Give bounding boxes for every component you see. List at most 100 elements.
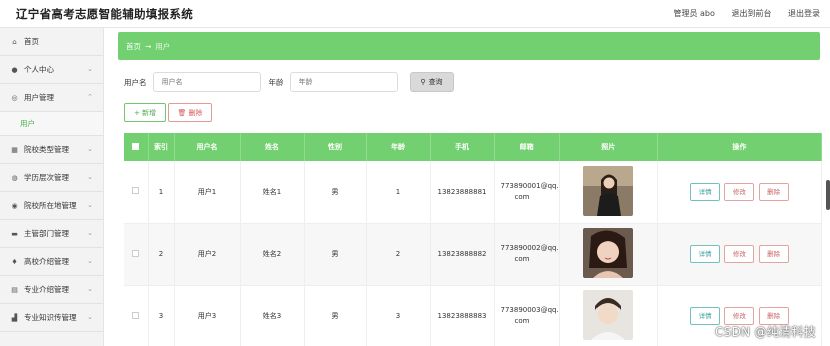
chevron-down-icon: ⌄ <box>87 145 93 153</box>
user-icon: ● <box>11 65 18 74</box>
cell-age: 2 <box>366 223 431 286</box>
sidebar-item-label: 高校介绍管理 <box>24 257 69 266</box>
header-photo: 照片 <box>559 133 658 161</box>
sidebar-item-label: 用户管理 <box>24 93 54 102</box>
cell-age: 1 <box>366 161 431 224</box>
sidebar-item-label: 院校所在地管理 <box>24 201 77 210</box>
chevron-down-icon: ⌄ <box>87 229 93 237</box>
cell-operations: 详情 修改 删除 <box>657 223 823 286</box>
cell-name: 姓名2 <box>240 223 305 286</box>
pin-icon: ♦ <box>11 257 18 266</box>
main-content: 首页 → 用户 用户名 年龄 ⚲ 查询 + 新增 🗑 删除 <box>110 28 830 346</box>
email-line-1: 773890001@qq. <box>500 181 559 190</box>
delete-button[interactable]: 删除 <box>758 182 789 201</box>
cell-phone: 13823888881 <box>430 161 495 224</box>
select-all-checkbox[interactable] <box>132 142 140 150</box>
breadcrumb: 首页 → 用户 <box>118 32 820 60</box>
delete-button[interactable]: 删除 <box>758 245 789 263</box>
cell-username: 用户2 <box>174 223 241 286</box>
row-checkbox[interactable] <box>132 187 140 195</box>
search-button[interactable]: ⚲ 查询 <box>409 72 454 92</box>
sidebar-item-school-location[interactable]: ◉ 院校所在地管理 ⌄ <box>0 192 103 220</box>
add-button[interactable]: + 新增 <box>124 103 166 122</box>
sidebar-item-degree-level[interactable]: ◍ 学历层次管理 ⌄ <box>0 164 103 192</box>
location-icon: ◉ <box>11 201 18 210</box>
table-header-row: 索引 用户名 姓名 性别 年龄 手机 邮箱 照片 操作 <box>124 133 823 161</box>
back-to-front-link[interactable]: 退出到前台 <box>731 9 771 18</box>
cell-index: 3 <box>148 285 175 346</box>
row-checkbox[interactable] <box>132 249 140 257</box>
edit-button[interactable]: 修改 <box>724 245 755 263</box>
sidebar-item-label: 专业介绍管理 <box>24 285 69 294</box>
username-label: 用户名 <box>124 77 147 87</box>
cell-operations: 详情 修改 删除 <box>657 161 823 224</box>
age-search-input[interactable] <box>289 72 398 92</box>
row-select-cell[interactable] <box>124 223 149 286</box>
app-root: 辽宁省高考志愿智能辅助填报系统 管理员 abo 退出到前台 退出登录 ⌂ 首页 … <box>0 0 830 346</box>
chevron-down-icon: ⌄ <box>87 257 93 265</box>
detail-button[interactable]: 详情 <box>690 182 721 201</box>
sidebar-item-college-intro[interactable]: ♦ 高校介绍管理 ⌄ <box>0 248 103 276</box>
batch-delete-button[interactable]: 🗑 删除 <box>168 103 212 122</box>
email-line-2: com <box>514 317 530 325</box>
cell-phone: 13823888882 <box>430 223 495 286</box>
sidebar-item-major-intro[interactable]: ▤ 专业介绍管理 ⌄ <box>0 276 103 304</box>
chart-icon: ▟ <box>11 313 18 322</box>
detail-button[interactable]: 详情 <box>690 245 721 263</box>
batch-delete-label: 删除 <box>188 108 203 117</box>
cell-name: 姓名3 <box>240 285 305 346</box>
watermark: CSDN @纯清科技 <box>714 325 816 339</box>
sidebar-item-user-mgmt[interactable]: ◎ 用户管理 ⌃ <box>0 84 103 112</box>
cell-email: 773890001@qq. com <box>494 161 560 224</box>
username-search-input[interactable] <box>152 72 261 92</box>
cell-photo <box>559 161 658 224</box>
chat-icon: ▬ <box>11 229 18 238</box>
chevron-down-icon: ⌄ <box>87 285 93 293</box>
cell-photo <box>559 223 658 286</box>
action-bar: + 新增 🗑 删除 <box>124 103 212 122</box>
cell-name: 姓名1 <box>240 161 305 224</box>
sidebar-item-label: 院校类型管理 <box>24 145 69 154</box>
cell-username: 用户1 <box>174 161 241 224</box>
age-label: 年龄 <box>268 77 284 87</box>
table-row: 2 用户2 姓名2 男 2 13823888882 773890002@qq. c… <box>124 223 823 286</box>
breadcrumb-home[interactable]: 首页 <box>126 41 141 52</box>
cell-photo <box>559 285 658 346</box>
cell-index: 1 <box>148 161 175 224</box>
chevron-up-icon: ⌃ <box>87 93 93 101</box>
search-icon: ⚲ <box>420 78 426 86</box>
sidebar-item-major-knowledge[interactable]: ▟ 专业知识传管理 ⌄ <box>0 304 103 332</box>
sidebar-subitem-user[interactable]: 用户 <box>0 112 103 136</box>
header-age: 年龄 <box>366 133 431 161</box>
user-photo <box>583 290 634 340</box>
select-all-header[interactable] <box>124 133 149 161</box>
sidebar-item-department[interactable]: ▬ 主管部门管理 ⌄ <box>0 220 103 248</box>
chevron-down-icon: ⌄ <box>87 313 93 321</box>
sidebar-item-school-type[interactable]: ▦ 院校类型管理 ⌄ <box>0 136 103 164</box>
cell-gender: 男 <box>304 223 367 286</box>
header-gender: 性别 <box>304 133 367 161</box>
email-line-2: com <box>514 255 530 263</box>
row-select-cell[interactable] <box>124 285 149 346</box>
header-right: 管理员 abo 退出到前台 退出登录 <box>659 8 820 19</box>
scrollbar[interactable] <box>826 180 830 210</box>
sidebar-item-label: 首页 <box>24 37 39 46</box>
header-name: 姓名 <box>240 133 305 161</box>
header-operation: 操作 <box>657 133 823 161</box>
sidebar-item-personal[interactable]: ● 个人中心 ⌄ <box>0 56 103 84</box>
email-line-1: 773890003@qq. <box>500 306 559 314</box>
chevron-down-icon: ⌄ <box>87 201 93 209</box>
row-checkbox[interactable] <box>132 311 140 319</box>
row-select-cell[interactable] <box>124 161 149 224</box>
cell-index: 2 <box>148 223 175 286</box>
logout-link[interactable]: 退出登录 <box>788 9 820 18</box>
doc-icon: ▤ <box>11 285 18 294</box>
email-line-1: 773890002@qq. <box>500 244 559 252</box>
table-row: 1 用户1 姓名1 男 1 13823888881 773890001@qq. c… <box>124 161 823 224</box>
sidebar-item-home[interactable]: ⌂ 首页 <box>0 28 103 56</box>
user-photo <box>583 165 634 216</box>
edit-button[interactable]: 修改 <box>724 182 755 201</box>
search-bar: 用户名 年龄 ⚲ 查询 <box>124 72 454 92</box>
header-index: 索引 <box>148 133 175 161</box>
globe-icon: ◍ <box>11 173 18 182</box>
